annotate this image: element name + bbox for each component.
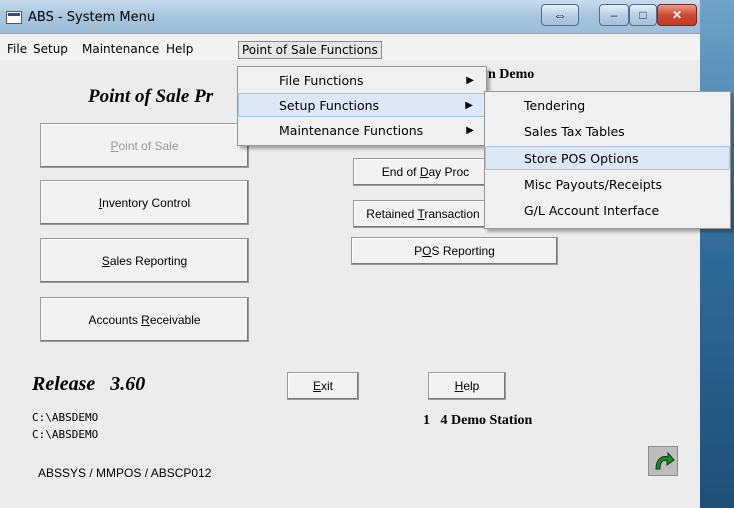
menu-bar: File Setup Maintenance Help Point of Sal…	[0, 38, 700, 60]
pos-reporting-button[interactable]: POS Reporting	[351, 237, 558, 265]
pos-functions-menu: File Functions ▶ Setup Functions ▶ Maint…	[237, 66, 487, 146]
footer-path: ABSSYS / MMPOS / ABSCP012	[38, 466, 212, 480]
close-button[interactable]: ✕	[657, 4, 697, 26]
inventory-control-label: Inventory Control	[98, 195, 191, 210]
station-label: 1 4 Demo Station	[423, 413, 533, 428]
menu-item-sales-tax-tables[interactable]: Sales Tax Tables	[485, 120, 730, 144]
desktop-background	[700, 0, 734, 508]
pos-reporting-label: POS Reporting	[414, 244, 495, 258]
path-line-1: C:\ABSDEMO	[32, 411, 99, 424]
setup-functions-label: Setup Functions	[279, 98, 380, 113]
menu-item-setup-functions[interactable]: Setup Functions ▶	[238, 93, 486, 117]
demo-label: n Demo	[488, 67, 535, 82]
menu-help[interactable]: Help	[163, 41, 196, 59]
submenu-arrow-icon: ▶	[466, 75, 474, 86]
exit-button[interactable]: Exit	[287, 372, 359, 400]
submenu-arrow-icon: ▶	[465, 100, 473, 111]
refresh-icon[interactable]	[648, 446, 678, 476]
setup-functions-submenu: Tendering Sales Tax Tables Store POS Opt…	[484, 91, 731, 229]
maintenance-functions-label: Maintenance Functions	[279, 123, 424, 138]
point-of-sale-button[interactable]: Point of Sale	[40, 123, 249, 168]
accounts-receivable-label: Accounts Receivable	[88, 312, 201, 327]
sales-reporting-label: Sales Reporting	[101, 253, 188, 268]
submenu-arrow-icon: ▶	[466, 125, 474, 136]
exit-label: Exit	[312, 379, 333, 393]
help-button[interactable]: Help	[428, 372, 506, 400]
help-label: Help	[454, 379, 480, 393]
menu-file[interactable]: File	[4, 41, 30, 59]
main-window: ABS - System Menu ⇔ – □ ✕ File Setup Mai…	[0, 0, 731, 508]
menu-item-maintenance-functions[interactable]: Maintenance Functions ▶	[238, 119, 486, 143]
point-of-sale-label: Point of Sale	[110, 138, 179, 153]
menu-point-of-sale-functions[interactable]: Point of Sale Functions	[238, 41, 382, 59]
retained-transactions-button[interactable]: Retained Transaction	[353, 200, 493, 228]
menu-item-misc-payouts-receipts[interactable]: Misc Payouts/Receipts	[485, 173, 730, 197]
release-label: Release 3.60	[32, 373, 146, 395]
app-icon	[6, 11, 22, 24]
minimize-button[interactable]: –	[599, 4, 629, 26]
menu-item-file-functions[interactable]: File Functions ▶	[238, 69, 486, 93]
menu-item-store-pos-options[interactable]: Store POS Options	[485, 146, 730, 170]
menu-item-gl-account-interface[interactable]: G/L Account Interface	[485, 199, 730, 223]
menu-item-tendering[interactable]: Tendering	[485, 94, 730, 118]
file-functions-label: File Functions	[279, 73, 364, 88]
maximize-button[interactable]: □	[629, 4, 657, 26]
window-title: ABS - System Menu	[28, 10, 156, 25]
accounts-receivable-button[interactable]: Accounts Receivable	[40, 297, 249, 342]
menu-setup[interactable]: Setup	[30, 41, 71, 59]
end-of-day-label: End of Day Proc	[381, 165, 470, 179]
inventory-control-button[interactable]: Inventory Control	[40, 180, 249, 225]
page-title: Point of Sale Pr	[88, 86, 214, 107]
resize-button[interactable]: ⇔	[541, 4, 579, 26]
retained-transactions-label: Retained Transaction	[366, 207, 480, 221]
menu-maintenance[interactable]: Maintenance	[79, 41, 162, 59]
path-line-2: C:\ABSDEMO	[32, 428, 99, 441]
title-bar[interactable]: ABS - System Menu ⇔ – □ ✕	[0, 0, 700, 34]
sales-reporting-button[interactable]: Sales Reporting	[40, 238, 249, 283]
end-of-day-button[interactable]: End of Day Proc	[353, 158, 498, 186]
